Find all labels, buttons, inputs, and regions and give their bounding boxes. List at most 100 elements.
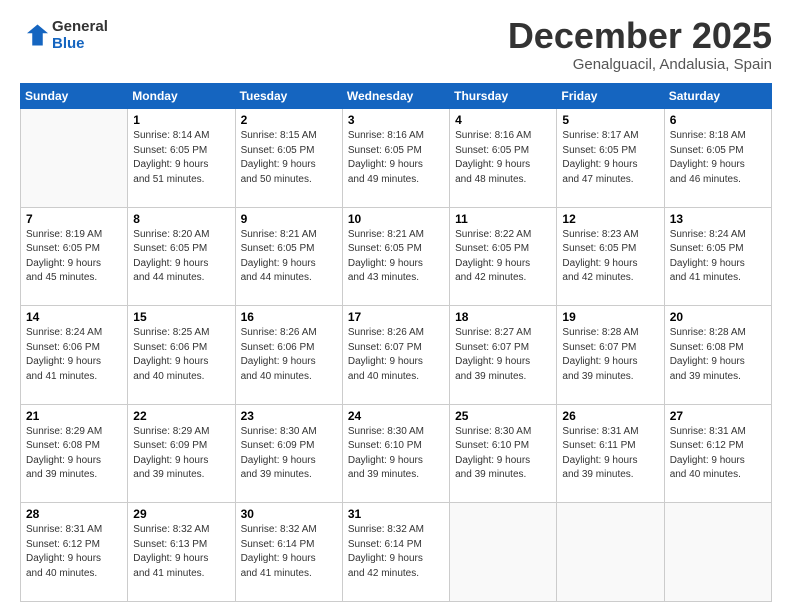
day-number: 27 xyxy=(670,409,766,423)
header: General Blue December 2025 Genalguacil, … xyxy=(20,18,772,73)
calendar-cell: 29 Sunrise: 8:32 AM Sunset: 6:13 PM Dayli… xyxy=(128,503,235,602)
calendar-cell: 22 Sunrise: 8:29 AM Sunset: 6:09 PM Dayli… xyxy=(128,404,235,503)
calendar-cell: 9Sunrise: 8:21 AM Sunset: 6:05 PM Daylig… xyxy=(235,207,342,306)
week-row-5: 28 Sunrise: 8:31 AM Sunset: 6:12 PM Dayli… xyxy=(21,503,772,602)
day-header-saturday: Saturday xyxy=(664,84,771,109)
calendar-cell: 21Sunrise: 8:29 AM Sunset: 6:08 PM Dayli… xyxy=(21,404,128,503)
day-info: Sunrise: 8:31 AM Sunset: 6:12 PM Dayligh… xyxy=(26,523,122,581)
calendar-cell: 3 Sunrise: 8:16 AM Sunset: 6:05 PM Daylig… xyxy=(342,109,449,208)
day-header-sunday: Sunday xyxy=(21,84,128,109)
day-number: 2 xyxy=(241,113,337,127)
day-number: 7 xyxy=(26,212,122,226)
day-info: Sunrise: 8:24 AM Sunset: 6:05 PM Dayligh… xyxy=(670,228,766,286)
day-info: Sunrise: 8:27 AM Sunset: 6:07 PM Dayligh… xyxy=(455,326,551,384)
calendar-cell: 20 Sunrise: 8:28 AM Sunset: 6:08 PM Dayli… xyxy=(664,306,771,405)
day-number: 28 xyxy=(26,507,122,521)
calendar-cell: 8 Sunrise: 8:20 AM Sunset: 6:05 PM Daylig… xyxy=(128,207,235,306)
day-info: Sunrise: 8:29 AM Sunset: 6:08 PM Dayligh… xyxy=(26,425,122,483)
day-info: Sunrise: 8:29 AM Sunset: 6:09 PM Dayligh… xyxy=(133,425,229,483)
day-number: 14 xyxy=(26,310,122,324)
week-row-2: 7 Sunrise: 8:19 AM Sunset: 6:05 PM Daylig… xyxy=(21,207,772,306)
day-header-monday: Monday xyxy=(128,84,235,109)
calendar-cell xyxy=(450,503,557,602)
day-number: 18 xyxy=(455,310,551,324)
day-info: Sunrise: 8:14 AM Sunset: 6:05 PM Dayligh… xyxy=(133,129,229,187)
day-info: Sunrise: 8:23 AM Sunset: 6:05 PM Dayligh… xyxy=(562,228,658,286)
day-info: Sunrise: 8:16 AM Sunset: 6:05 PM Dayligh… xyxy=(348,129,444,187)
calendar-cell xyxy=(557,503,664,602)
day-number: 19 xyxy=(562,310,658,324)
day-info: Sunrise: 8:22 AM Sunset: 6:05 PM Dayligh… xyxy=(455,228,551,286)
day-number: 3 xyxy=(348,113,444,127)
day-number: 1 xyxy=(133,113,229,127)
calendar-cell: 31 Sunrise: 8:32 AM Sunset: 6:14 PM Dayli… xyxy=(342,503,449,602)
day-number: 17 xyxy=(348,310,444,324)
day-info: Sunrise: 8:31 AM Sunset: 6:11 PM Dayligh… xyxy=(562,425,658,483)
day-info: Sunrise: 8:24 AM Sunset: 6:06 PM Dayligh… xyxy=(26,326,122,384)
title-block: December 2025 Genalguacil, Andalusia, Sp… xyxy=(508,18,772,73)
day-number: 30 xyxy=(241,507,337,521)
day-info: Sunrise: 8:20 AM Sunset: 6:05 PM Dayligh… xyxy=(133,228,229,286)
calendar-cell: 10Sunrise: 8:21 AM Sunset: 6:05 PM Dayli… xyxy=(342,207,449,306)
main-title: December 2025 xyxy=(508,18,772,54)
week-row-1: 1 Sunrise: 8:14 AM Sunset: 6:05 PM Daylig… xyxy=(21,109,772,208)
day-info: Sunrise: 8:19 AM Sunset: 6:05 PM Dayligh… xyxy=(26,228,122,286)
logo-icon xyxy=(20,21,48,49)
day-info: Sunrise: 8:31 AM Sunset: 6:12 PM Dayligh… xyxy=(670,425,766,483)
calendar-cell: 25Sunrise: 8:30 AM Sunset: 6:10 PM Dayli… xyxy=(450,404,557,503)
calendar-cell: 17 Sunrise: 8:26 AM Sunset: 6:07 PM Dayli… xyxy=(342,306,449,405)
day-info: Sunrise: 8:25 AM Sunset: 6:06 PM Dayligh… xyxy=(133,326,229,384)
day-number: 13 xyxy=(670,212,766,226)
day-number: 4 xyxy=(455,113,551,127)
day-info: Sunrise: 8:28 AM Sunset: 6:08 PM Dayligh… xyxy=(670,326,766,384)
day-info: Sunrise: 8:32 AM Sunset: 6:13 PM Dayligh… xyxy=(133,523,229,581)
calendar-cell: 15 Sunrise: 8:25 AM Sunset: 6:06 PM Dayli… xyxy=(128,306,235,405)
calendar-header-row: SundayMondayTuesdayWednesdayThursdayFrid… xyxy=(21,84,772,109)
calendar-cell xyxy=(664,503,771,602)
day-header-tuesday: Tuesday xyxy=(235,84,342,109)
subtitle: Genalguacil, Andalusia, Spain xyxy=(508,56,772,73)
calendar-cell: 1 Sunrise: 8:14 AM Sunset: 6:05 PM Daylig… xyxy=(128,109,235,208)
day-number: 16 xyxy=(241,310,337,324)
day-info: Sunrise: 8:16 AM Sunset: 6:05 PM Dayligh… xyxy=(455,129,551,187)
day-number: 8 xyxy=(133,212,229,226)
day-info: Sunrise: 8:18 AM Sunset: 6:05 PM Dayligh… xyxy=(670,129,766,187)
calendar-cell: 11 Sunrise: 8:22 AM Sunset: 6:05 PM Dayli… xyxy=(450,207,557,306)
day-header-thursday: Thursday xyxy=(450,84,557,109)
calendar-cell: 4 Sunrise: 8:16 AM Sunset: 6:05 PM Daylig… xyxy=(450,109,557,208)
page: General Blue December 2025 Genalguacil, … xyxy=(0,0,792,612)
day-info: Sunrise: 8:26 AM Sunset: 6:06 PM Dayligh… xyxy=(241,326,337,384)
day-info: Sunrise: 8:30 AM Sunset: 6:09 PM Dayligh… xyxy=(241,425,337,483)
day-info: Sunrise: 8:32 AM Sunset: 6:14 PM Dayligh… xyxy=(348,523,444,581)
day-header-friday: Friday xyxy=(557,84,664,109)
calendar-cell: 18 Sunrise: 8:27 AM Sunset: 6:07 PM Dayli… xyxy=(450,306,557,405)
day-info: Sunrise: 8:15 AM Sunset: 6:05 PM Dayligh… xyxy=(241,129,337,187)
calendar-cell: 6 Sunrise: 8:18 AM Sunset: 6:05 PM Daylig… xyxy=(664,109,771,208)
day-number: 25 xyxy=(455,409,551,423)
calendar-cell: 23 Sunrise: 8:30 AM Sunset: 6:09 PM Dayli… xyxy=(235,404,342,503)
day-number: 11 xyxy=(455,212,551,226)
day-number: 22 xyxy=(133,409,229,423)
calendar-cell: 7 Sunrise: 8:19 AM Sunset: 6:05 PM Daylig… xyxy=(21,207,128,306)
calendar-table: SundayMondayTuesdayWednesdayThursdayFrid… xyxy=(20,83,772,602)
day-number: 20 xyxy=(670,310,766,324)
calendar-cell: 19Sunrise: 8:28 AM Sunset: 6:07 PM Dayli… xyxy=(557,306,664,405)
calendar-cell: 24Sunrise: 8:30 AM Sunset: 6:10 PM Dayli… xyxy=(342,404,449,503)
day-header-wednesday: Wednesday xyxy=(342,84,449,109)
calendar-cell: 28 Sunrise: 8:31 AM Sunset: 6:12 PM Dayli… xyxy=(21,503,128,602)
day-info: Sunrise: 8:30 AM Sunset: 6:10 PM Dayligh… xyxy=(348,425,444,483)
day-info: Sunrise: 8:17 AM Sunset: 6:05 PM Dayligh… xyxy=(562,129,658,187)
day-number: 31 xyxy=(348,507,444,521)
day-number: 23 xyxy=(241,409,337,423)
calendar-cell: 26Sunrise: 8:31 AM Sunset: 6:11 PM Dayli… xyxy=(557,404,664,503)
day-number: 6 xyxy=(670,113,766,127)
day-number: 12 xyxy=(562,212,658,226)
day-info: Sunrise: 8:26 AM Sunset: 6:07 PM Dayligh… xyxy=(348,326,444,384)
day-info: Sunrise: 8:32 AM Sunset: 6:14 PM Dayligh… xyxy=(241,523,337,581)
week-row-3: 14 Sunrise: 8:24 AM Sunset: 6:06 PM Dayli… xyxy=(21,306,772,405)
day-number: 15 xyxy=(133,310,229,324)
calendar-cell: 14 Sunrise: 8:24 AM Sunset: 6:06 PM Dayli… xyxy=(21,306,128,405)
calendar-cell: 2 Sunrise: 8:15 AM Sunset: 6:05 PM Daylig… xyxy=(235,109,342,208)
week-row-4: 21Sunrise: 8:29 AM Sunset: 6:08 PM Dayli… xyxy=(21,404,772,503)
day-number: 29 xyxy=(133,507,229,521)
